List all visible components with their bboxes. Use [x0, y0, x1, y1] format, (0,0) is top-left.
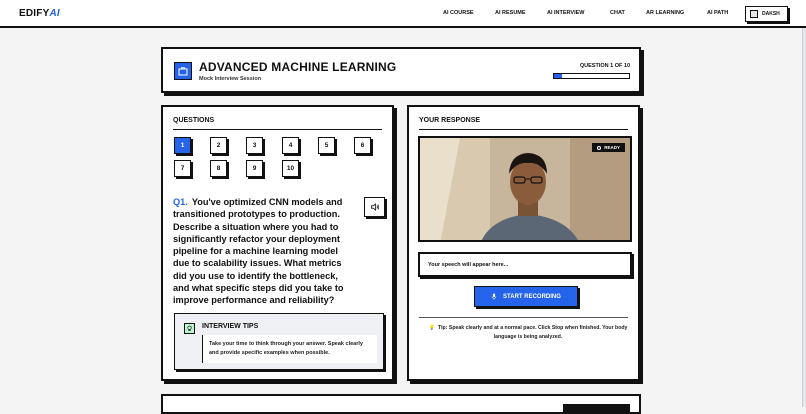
question-body: You've optimized CNN models and transiti…: [173, 197, 344, 306]
question-counter: QUESTION 1 OF 10: [579, 63, 630, 69]
nav-ai-path[interactable]: AI PATH: [707, 10, 728, 16]
speech-transcript-box: Your speech will appear here...: [418, 252, 632, 277]
recording-tip: 💡 Tip: Speak clearly and at a normal pace…: [423, 324, 633, 342]
divider: [173, 129, 382, 130]
page-title: ADVANCED MACHINE LEARNING: [199, 60, 397, 74]
status-dot-icon: [597, 145, 602, 150]
response-title: YOUR RESPONSE: [419, 117, 481, 124]
response-panel: YOUR RESPONSE READY Your speech will app…: [407, 105, 640, 381]
top-navbar: EDIFYAI AI COURSE AI RESUME AI INTERVIEW…: [0, 0, 806, 28]
nav-ai-course[interactable]: AI COURSE: [443, 10, 474, 16]
start-recording-label: START RECORDING: [503, 293, 561, 300]
question-nav-button[interactable]: 8: [210, 160, 227, 177]
microphone-icon: [491, 293, 497, 300]
user-name: DAKSH: [762, 11, 780, 17]
divider: [419, 317, 628, 318]
nav-ai-interview[interactable]: AI INTERVIEW: [547, 10, 585, 16]
briefcase-icon: [174, 62, 192, 80]
read-aloud-button[interactable]: [364, 197, 385, 217]
question-text: Q1. You've optimized CNN models and trans…: [173, 196, 356, 307]
next-section-card: [161, 394, 641, 414]
progress-fill: [554, 74, 562, 78]
question-nav-button[interactable]: 3: [246, 137, 263, 154]
page-subtitle: Mock Interview Session: [199, 76, 262, 82]
recording-tip-text: Tip: Speak clearly and at a normal pace.…: [438, 325, 628, 340]
webcam-preview: READY: [418, 136, 632, 242]
camera-status-text: READY: [604, 145, 620, 150]
lightbulb-icon: 💡: [428, 325, 436, 331]
camera-status-badge: READY: [592, 143, 625, 152]
user-avatar-icon: [750, 10, 758, 18]
start-recording-button[interactable]: START RECORDING: [474, 286, 578, 307]
progress-bar: [553, 73, 630, 79]
question-nav-button[interactable]: 4: [282, 137, 299, 154]
app-logo[interactable]: EDIFYAI: [19, 8, 60, 19]
speaker-icon: [370, 203, 379, 211]
questions-title: QUESTIONS: [173, 117, 215, 124]
user-menu-button[interactable]: DAKSH: [745, 6, 788, 22]
divider: [419, 129, 628, 130]
tips-title: INTERVIEW TIPS: [202, 323, 259, 330]
logo-accent: AI: [49, 8, 60, 19]
question-nav-button[interactable]: 6: [354, 137, 371, 154]
question-number: Q1.: [173, 197, 188, 207]
question-nav-button[interactable]: 10: [282, 160, 299, 177]
lightbulb-icon: [184, 323, 195, 334]
interview-tips-box: INTERVIEW TIPS Take your time to think t…: [174, 313, 384, 370]
nav-ai-resume[interactable]: AI RESUME: [495, 10, 526, 16]
next-section-button[interactable]: [563, 404, 630, 414]
question-nav-button[interactable]: 2: [210, 137, 227, 154]
interview-header: ADVANCED MACHINE LEARNING Mock Interview…: [161, 47, 641, 93]
question-nav-button[interactable]: 9: [246, 160, 263, 177]
question-nav-button[interactable]: 1: [174, 137, 191, 154]
webcam-feed-image: [420, 138, 630, 240]
logo-text: EDIFY: [19, 8, 50, 19]
tips-body: Take your time to think through your ans…: [202, 335, 377, 363]
question-nav-button[interactable]: 7: [174, 160, 191, 177]
nav-ar-learning[interactable]: AR LEARNING: [646, 10, 684, 16]
page-scrollbar[interactable]: [802, 28, 806, 407]
question-nav-button[interactable]: 5: [318, 137, 335, 154]
nav-chat[interactable]: CHAT: [610, 10, 625, 16]
questions-panel: QUESTIONS 1 2 3 4 5 6 7 8 9 10 Q1. You've optimize…: [161, 105, 394, 381]
